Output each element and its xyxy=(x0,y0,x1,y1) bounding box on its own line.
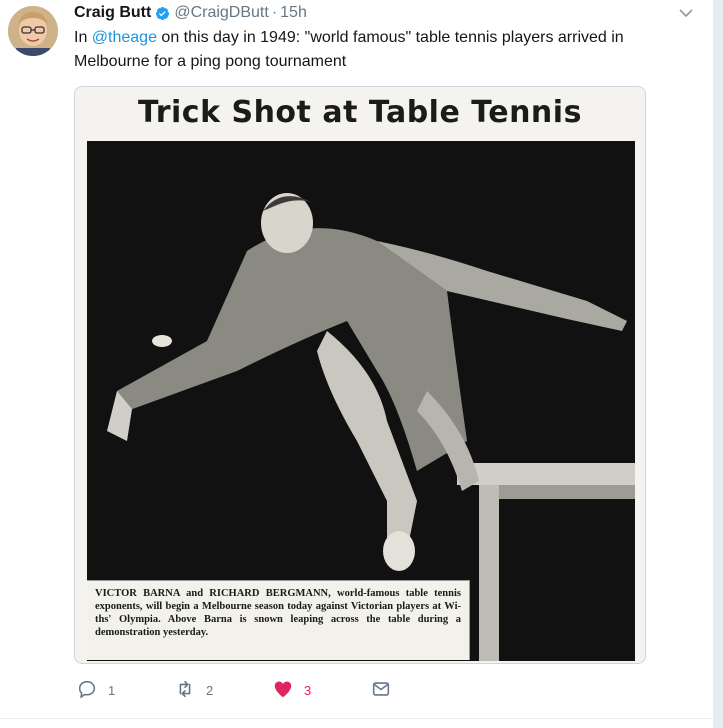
tweet-actions: 1 2 3 xyxy=(74,676,674,704)
avatar[interactable] xyxy=(8,6,58,56)
tweet-timestamp[interactable]: 15h xyxy=(280,3,307,23)
like-button[interactable]: 3 xyxy=(272,676,311,704)
tweet-header: Craig Butt @CraigDButt · 15h xyxy=(74,2,307,24)
right-scroll-rail xyxy=(713,0,723,728)
tweet-text-start: In xyxy=(74,29,92,46)
retweet-count: 2 xyxy=(206,682,214,698)
mention-link[interactable]: @theage xyxy=(92,29,157,46)
clipping-headline: Trick Shot at Table Tennis xyxy=(138,95,582,130)
reply-button[interactable]: 1 xyxy=(76,676,115,704)
tweet[interactable]: Craig Butt @CraigDButt · 15h In @theage … xyxy=(0,0,713,728)
tweet-text: In @theage on this day in 1949: "world f… xyxy=(74,26,694,74)
tweet-media-image[interactable]: Trick Shot at Table Tennis VICTOR BARNA … xyxy=(74,86,646,664)
heart-icon xyxy=(272,678,294,703)
message-icon xyxy=(370,678,392,703)
clipping-caption: VICTOR BARNA and RICHARD BERGMANN, world… xyxy=(87,580,470,660)
message-button[interactable] xyxy=(370,676,392,704)
author-handle[interactable]: @CraigDButt xyxy=(174,3,269,23)
like-count: 3 xyxy=(304,682,312,698)
chevron-down-icon[interactable] xyxy=(677,4,695,22)
verified-badge-icon xyxy=(155,6,170,21)
tweet-text-end: on this day in 1949: "world famous" tabl… xyxy=(74,29,624,70)
reply-icon xyxy=(76,678,98,703)
reply-count: 1 xyxy=(108,682,116,698)
separator-dot: · xyxy=(271,4,278,21)
tweet-divider xyxy=(0,718,713,719)
retweet-icon xyxy=(174,678,196,703)
author-name[interactable]: Craig Butt xyxy=(74,3,151,23)
retweet-button[interactable]: 2 xyxy=(174,676,213,704)
